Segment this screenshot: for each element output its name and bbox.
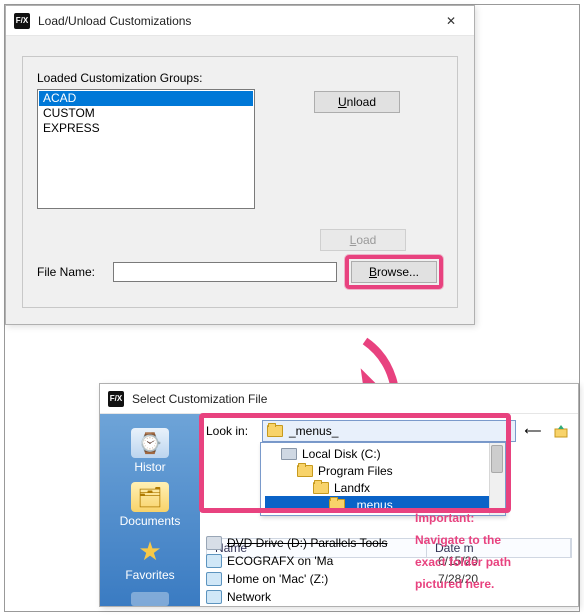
file-row[interactable]: Network	[206, 588, 578, 606]
documents-icon: 🗂	[131, 482, 169, 512]
sidebar-history[interactable]: ⌚ Histor	[131, 424, 169, 474]
file-row[interactable]: Jason	[206, 606, 578, 607]
file-name-label: File Name:	[37, 265, 105, 279]
load-button[interactable]: Load	[320, 229, 406, 251]
drive-icon	[206, 536, 222, 550]
titlebar[interactable]: F/X Load/Unload Customizations ✕	[6, 6, 474, 36]
net-icon	[206, 590, 222, 604]
up-folder-icon	[553, 423, 569, 439]
file-name: Network	[227, 590, 271, 604]
sidebar-item[interactable]	[131, 592, 169, 606]
file-name: ECOGRAFX on 'Ma	[227, 554, 333, 568]
net-icon	[206, 572, 222, 586]
list-item[interactable]: EXPRESS	[39, 121, 253, 136]
places-sidebar: ⌚ Histor 🗂 Documents ★ Favorites	[100, 414, 200, 606]
sidebar-label: Favorites	[125, 568, 174, 582]
group-box: Loaded Customization Groups: ACAD CUSTOM…	[22, 56, 458, 308]
browse-highlight: Browse...	[345, 255, 443, 289]
load-unload-dialog: F/X Load/Unload Customizations ✕ Loaded …	[5, 5, 475, 325]
groups-label: Loaded Customization Groups:	[37, 71, 443, 85]
file-name: DVD Drive (D:) Parallels Tools	[227, 536, 387, 550]
browse-button[interactable]: Browse...	[351, 261, 437, 283]
favorites-icon: ★	[131, 536, 169, 566]
list-item[interactable]: CUSTOM	[39, 106, 253, 121]
list-item[interactable]: ACAD	[39, 91, 253, 106]
sidebar-label: Documents	[120, 514, 181, 528]
titlebar[interactable]: F/X Select Customization File	[100, 384, 578, 414]
sidebar-favorites[interactable]: ★ Favorites	[125, 532, 174, 582]
sidebar-documents[interactable]: 🗂 Documents	[120, 478, 181, 528]
file-list[interactable]: DVD Drive (D:) Parallels Tools ECOGRAFX o…	[206, 534, 578, 607]
dialog-title: Select Customization File	[132, 392, 576, 406]
dialog-title: Load/Unload Customizations	[38, 14, 430, 28]
net-icon	[206, 554, 222, 568]
file-row[interactable]: Home on 'Mac' (Z:)7/28/20	[206, 570, 578, 588]
app-icon: F/X	[14, 13, 30, 29]
file-row[interactable]: DVD Drive (D:) Parallels Tools	[206, 534, 578, 552]
customization-groups-list[interactable]: ACAD CUSTOM EXPRESS	[37, 89, 255, 209]
app-icon: F/X	[108, 391, 124, 407]
sidebar-label: Histor	[131, 460, 169, 474]
nav-back-button[interactable]: ⟵	[522, 420, 544, 442]
history-icon: ⌚	[131, 428, 169, 458]
file-name-input[interactable]	[113, 262, 337, 282]
unload-button[interactable]: Unload	[314, 91, 400, 113]
file-name: Home on 'Mac' (Z:)	[227, 572, 328, 586]
close-icon[interactable]: ✕	[430, 7, 472, 35]
callout-text: Important: Navigate to the exact folder …	[415, 507, 511, 595]
file-row[interactable]: ECOGRAFX on 'Ma6/15/20	[206, 552, 578, 570]
path-highlight	[199, 413, 511, 513]
up-folder-button[interactable]	[550, 420, 572, 442]
